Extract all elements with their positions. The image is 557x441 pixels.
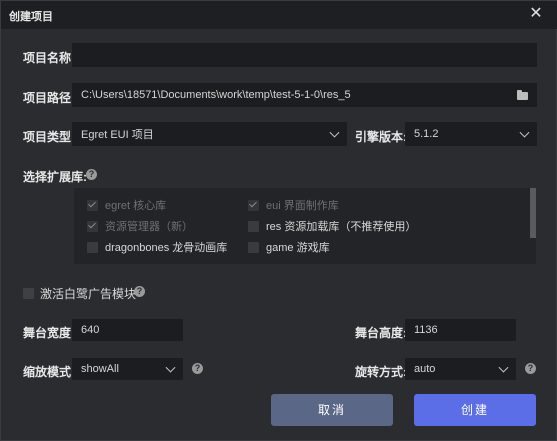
extension-item[interactable]: dragonbones 龙骨动画库 — [87, 239, 227, 255]
rotation-label: 旋转方式: — [355, 365, 407, 379]
extension-label: 资源管理器（新） — [105, 221, 193, 233]
extension-checkbox — [248, 199, 259, 211]
activate-ad-checkbox[interactable]: 激活白鹭广告模块 — [23, 285, 136, 302]
project-path-value: C:\Users\18571\Documents\work\temp\test-… — [81, 89, 351, 101]
project-name-field[interactable] — [72, 43, 537, 67]
help-icon[interactable]: ? — [134, 286, 145, 297]
scale-mode-label: 缩放模式: — [23, 365, 75, 379]
help-icon[interactable]: ? — [86, 169, 97, 180]
extension-item[interactable]: res 资源加载库（不推荐使用） — [248, 218, 416, 234]
chevron-down-icon — [329, 127, 340, 138]
project-name-input[interactable] — [81, 49, 536, 61]
extension-label: eui 界面制作库 — [266, 200, 339, 212]
project-type-label: 项目类型: — [23, 130, 75, 144]
extensions-list: egret 核心库 eui 界面制作库 资源管理器（新） res 资源加载库（不… — [74, 188, 536, 264]
help-icon[interactable]: ? — [192, 363, 203, 374]
project-path-label: 项目路径: — [23, 91, 75, 105]
extension-label: egret 核心库 — [105, 200, 167, 212]
engine-version-select[interactable]: 5.1.2 — [405, 122, 537, 146]
project-type-select[interactable]: Egret EUI 项目 — [72, 122, 347, 146]
stage-width-field[interactable] — [72, 319, 183, 341]
help-icon[interactable]: ? — [525, 363, 536, 374]
scale-mode-value: showAll — [81, 363, 119, 375]
extension-item[interactable]: game 游戏库 — [248, 239, 330, 255]
title-bar: 创建项目 ✕ — [1, 1, 557, 29]
engine-version-value: 5.1.2 — [414, 128, 439, 140]
window-title: 创建项目 — [9, 11, 53, 23]
create-project-dialog: 创建项目 ✕ 项目名称: 项目路径: C:\Users\18571\Docume… — [0, 0, 557, 441]
stage-width-label: 舞台宽度: — [23, 326, 75, 340]
checkbox-box[interactable] — [23, 288, 34, 299]
activate-ad-label: 激活白鹭广告模块 — [40, 287, 137, 301]
extension-item: 资源管理器（新） — [87, 218, 193, 234]
extension-checkbox[interactable] — [87, 241, 98, 253]
extension-checkbox — [87, 199, 98, 211]
rotation-select[interactable]: auto — [405, 358, 516, 380]
chevron-down-icon — [165, 362, 176, 373]
extension-label: dragonbones 龙骨动画库 — [105, 242, 228, 254]
rotation-value: auto — [414, 363, 436, 375]
scale-mode-select[interactable]: showAll — [72, 358, 183, 380]
extension-label: game 游戏库 — [266, 242, 330, 254]
stage-height-field[interactable] — [405, 319, 516, 341]
engine-version-label: 引擎版本: — [355, 130, 407, 144]
project-name-label: 项目名称: — [23, 51, 75, 65]
chevron-down-icon — [519, 127, 530, 138]
folder-icon[interactable] — [517, 90, 528, 100]
project-path-field[interactable]: C:\Users\18571\Documents\work\temp\test-… — [72, 83, 537, 107]
stage-height-label: 舞台高度: — [355, 326, 407, 340]
extension-checkbox — [87, 220, 98, 232]
extensions-scrollbar[interactable] — [530, 188, 536, 238]
stage-height-input[interactable] — [414, 324, 515, 336]
extension-checkbox[interactable] — [248, 220, 259, 232]
extension-item: eui 界面制作库 — [248, 197, 339, 213]
extension-label: res 资源加载库（不推荐使用） — [266, 221, 417, 233]
extension-item: egret 核心库 — [87, 197, 166, 213]
extension-checkbox[interactable] — [248, 241, 259, 253]
project-type-value: Egret EUI 项目 — [81, 129, 154, 141]
cancel-button[interactable]: 取消 — [271, 394, 393, 426]
close-icon[interactable]: ✕ — [528, 5, 544, 23]
stage-width-input[interactable] — [81, 324, 182, 336]
extensions-label: 选择扩展库: — [23, 170, 87, 184]
chevron-down-icon — [498, 362, 509, 373]
create-button[interactable]: 创建 — [414, 394, 536, 426]
